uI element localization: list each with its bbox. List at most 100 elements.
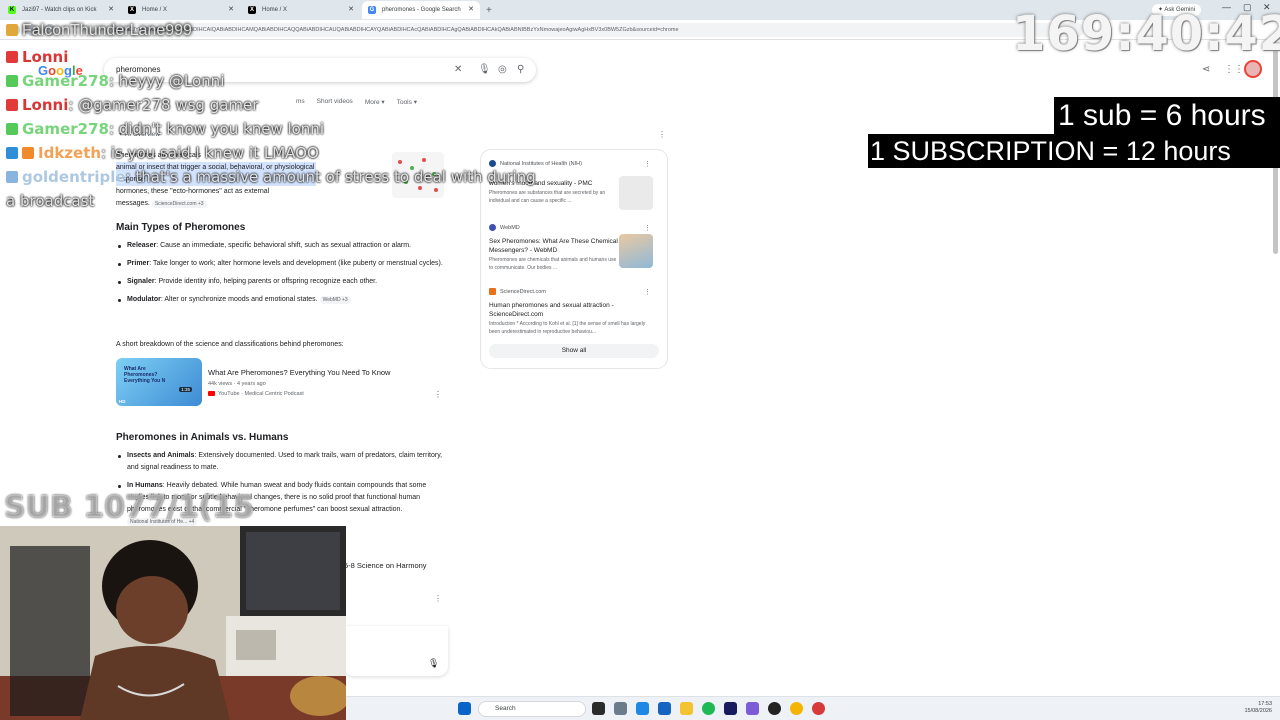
x-icon: X — [128, 6, 136, 14]
kick-icon: K — [8, 6, 16, 14]
section-heading: Pheromones in Animals vs. Humans — [116, 432, 289, 443]
share-icon[interactable]: ⋖ — [1202, 64, 1210, 75]
filter-more[interactable]: More ▾ — [365, 98, 385, 108]
new-tab-button[interactable]: + — [486, 5, 492, 16]
source-chip[interactable]: ScienceDirect.com +3 — [151, 200, 207, 208]
tab-label: Home / X — [142, 7, 168, 13]
list-item: Signaler: Provide identity info, helping… — [116, 276, 446, 288]
discord-icon[interactable] — [746, 702, 759, 715]
term: In Humans — [127, 482, 163, 489]
store-icon[interactable] — [658, 702, 671, 715]
thumbnail-text: What Are Pheromones? Everything You N — [124, 366, 166, 384]
source-image — [619, 234, 653, 268]
chat-message: Gamer278: heyyy @Lonni — [6, 72, 224, 90]
lens-icon[interactable]: ◎ — [498, 65, 507, 75]
check-badge-icon — [6, 147, 18, 159]
source-site: WebMD — [500, 224, 520, 231]
desc: : Take longer to work; alter hormone lev… — [149, 260, 443, 267]
kick-badge-icon — [6, 75, 18, 87]
more-options-icon[interactable]: ⋮ — [434, 594, 442, 603]
filter-tab[interactable]: Short videos — [317, 98, 353, 108]
term: Primer — [127, 260, 150, 267]
app-icon[interactable] — [812, 702, 825, 715]
video-title[interactable]: What Are Pheromones? Everything You Need… — [208, 368, 390, 377]
mic-icon[interactable]: 🎙 — [428, 658, 439, 669]
file-explorer-icon[interactable] — [680, 702, 693, 715]
source-card[interactable]: WebMD Sex Pheromones: What Are These Che… — [489, 224, 661, 272]
clear-icon[interactable]: ✕ — [454, 65, 462, 75]
settings-icon[interactable] — [614, 702, 627, 715]
chat-message: goldentriple: that's a massive amount of… — [6, 168, 536, 186]
tab-x-home-2[interactable]: X Home / X ✕ — [242, 1, 360, 19]
video-source-name: YouTube — [218, 391, 240, 397]
url-field[interactable]: gg&AEUYOTlKCAEQABixAxiABDIHCAIQABiABDIHC… — [84, 23, 1084, 37]
top-chat-username: FalconThunderLane999 — [6, 22, 192, 40]
obs-icon[interactable] — [768, 702, 781, 715]
filter-tab[interactable]: ms — [296, 98, 305, 108]
clock-time: 17:53 — [1258, 701, 1272, 707]
close-icon[interactable]: ✕ — [108, 1, 114, 19]
close-icon[interactable]: ✕ — [348, 1, 354, 19]
sub-badge-icon — [22, 147, 34, 159]
tab-label: Home / X — [262, 7, 288, 13]
filter-tools[interactable]: Tools ▾ — [397, 98, 417, 108]
more-options-icon[interactable]: ⋮ — [644, 224, 651, 232]
sciencedirect-icon — [489, 288, 496, 295]
youtube-icon — [208, 391, 215, 397]
list-item: Releaser: Cause an immediate, specific b… — [116, 240, 446, 252]
subscription-rule-banner: 1 SUBSCRIPTION = 12 hours — [868, 134, 1280, 168]
chat-text: a broadcast — [6, 192, 95, 210]
taskbar-search[interactable]: Search — [478, 701, 586, 717]
edge-icon[interactable] — [636, 702, 649, 715]
close-icon[interactable]: ✕ — [228, 1, 234, 19]
chat-message: Lonni: @gamer278 wsg gamer — [6, 96, 258, 114]
taskbar-search-label: Search — [495, 705, 516, 712]
close-icon[interactable]: ✕ — [468, 1, 474, 19]
clock-date: 15/08/2026 — [1244, 708, 1272, 714]
desc: : Provide identity info, helping parents… — [154, 278, 378, 285]
avatar[interactable] — [1244, 60, 1262, 78]
show-all-button[interactable]: Show all — [489, 344, 659, 358]
kick-badge-icon — [6, 51, 18, 63]
more-options-icon[interactable]: ⋮ — [644, 288, 651, 296]
more-options-icon[interactable]: ⋮ — [644, 160, 651, 168]
apps-grid-icon[interactable]: ⋮⋮ — [1224, 64, 1244, 75]
task-view-icon[interactable] — [592, 702, 605, 715]
video-thumbnail[interactable]: What Are Pheromones? Everything You N 1:… — [116, 358, 202, 406]
term: Insects and Animals — [127, 452, 195, 459]
tab-google-search[interactable]: G pheromones - Google Search ✕ — [362, 1, 480, 19]
source-image — [619, 176, 653, 210]
term: Signaler — [127, 278, 155, 285]
tab-x-home[interactable]: X Home / X ✕ — [122, 1, 240, 19]
chat-user: Gamer278 — [22, 72, 109, 90]
mic-icon[interactable]: 🎙 — [478, 65, 491, 75]
term: Releaser — [127, 242, 157, 249]
intro-line: hormones, these "ecto-hormones" act as e… — [116, 188, 270, 195]
video-channel: Medical Centric Podcast — [244, 391, 304, 397]
source-site: National Institutes of Health (NIH) — [500, 160, 582, 167]
webcam-feed — [0, 526, 346, 720]
chat-user: goldentriple — [22, 168, 126, 186]
spotify-icon[interactable] — [702, 702, 715, 715]
chat-text: : heyyy @Lonni — [108, 72, 225, 90]
chrome-icon[interactable] — [790, 702, 803, 715]
windows-taskbar: Search 17:53 15/08/2026 — [346, 696, 1280, 720]
source-card[interactable]: ScienceDirect.com Human pheromones and s… — [489, 288, 661, 336]
more-options-icon[interactable]: ⋮ — [658, 130, 666, 139]
search-icon[interactable]: ⚲ — [517, 65, 524, 75]
source-chip[interactable]: WebMD +3 — [319, 296, 351, 304]
desc: : Cause an immediate, specific behaviora… — [156, 242, 412, 249]
sub-rule-banner: 1 sub = 6 hours — [1054, 97, 1280, 135]
taskbar-clock[interactable]: 17:53 15/08/2026 — [1244, 701, 1272, 715]
chat-message: a broadcast — [6, 192, 94, 210]
source-title: Sex Pheromones: What Are These Chemical … — [489, 238, 618, 254]
more-options-icon[interactable]: ⋮ — [434, 390, 442, 399]
kick-badge-icon — [6, 99, 18, 111]
video-title[interactable]: 5-8 Science on Harmony — [344, 561, 427, 570]
tab-kick[interactable]: K Jazi97 - Watch clips on Kick ✕ — [2, 1, 120, 19]
source-snippet: Pheromones are chemicals that animals an… — [489, 257, 617, 271]
windows-start-icon[interactable] — [458, 702, 471, 715]
list-item: Insects and Animals: Extensively documen… — [116, 450, 446, 474]
list-item: Modulator: Alter or synchronize moods an… — [116, 294, 446, 306]
premiere-icon[interactable] — [724, 702, 737, 715]
